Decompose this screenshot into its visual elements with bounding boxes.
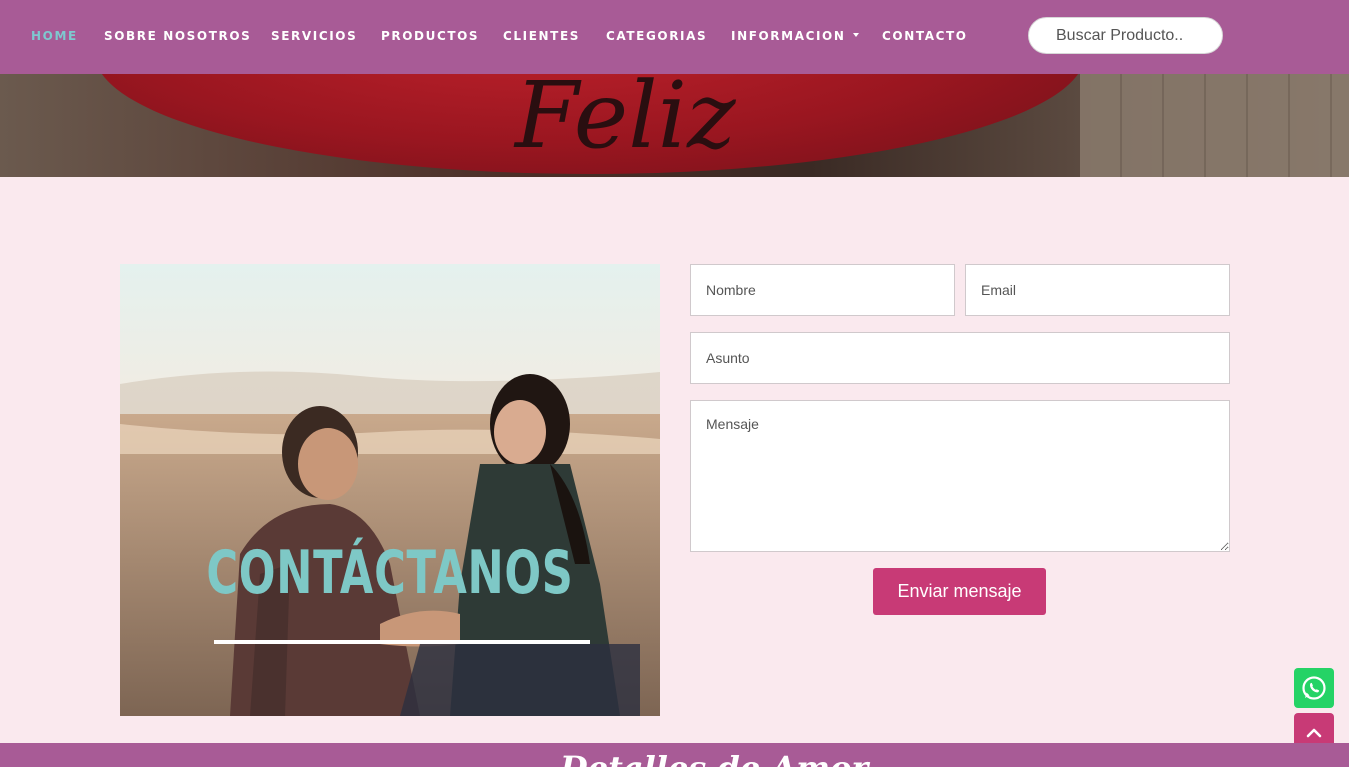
hero-balloon-text: Feliz <box>515 74 736 169</box>
whatsapp-icon <box>1302 676 1326 700</box>
nav-informacion-dropdown[interactable]: INFORMACION <box>731 29 859 43</box>
name-input[interactable] <box>690 264 955 316</box>
nav-servicios[interactable]: SERVICIOS <box>271 29 357 43</box>
contact-image: CONTÁCTANOS <box>120 264 660 716</box>
contact-image-title: CONTÁCTANOS <box>206 538 574 608</box>
footer-band: Detalles de Amor <box>0 743 1349 767</box>
nav-contacto[interactable]: CONTACTO <box>882 29 968 43</box>
nav-home[interactable]: HOME <box>31 29 78 43</box>
whatsapp-button[interactable] <box>1294 668 1334 708</box>
nav-clientes[interactable]: CLIENTES <box>503 29 580 43</box>
hero-banner-image: Feliz <box>0 74 1349 177</box>
nav-categorias[interactable]: CATEGORIAS <box>606 29 707 43</box>
contact-image-underline <box>214 640 590 644</box>
subject-input[interactable] <box>690 332 1230 384</box>
nav-productos[interactable]: PRODUCTOS <box>381 29 479 43</box>
nav-informacion-label: INFORMACION <box>731 29 846 43</box>
send-message-button[interactable]: Enviar mensaje <box>873 568 1046 615</box>
caret-down-icon <box>852 32 859 37</box>
nav-sobre-nosotros[interactable]: SOBRE NOSOTROS <box>104 29 251 43</box>
couple-beach-photo <box>120 264 660 716</box>
hero-wall <box>1080 74 1349 177</box>
message-textarea[interactable] <box>690 400 1230 552</box>
footer-brand-script: Detalles de Amor <box>560 749 868 767</box>
search-input[interactable] <box>1028 17 1223 54</box>
top-navbar: HOME SOBRE NOSOTROS SERVICIOS PRODUCTOS … <box>0 0 1349 74</box>
email-input[interactable] <box>965 264 1230 316</box>
